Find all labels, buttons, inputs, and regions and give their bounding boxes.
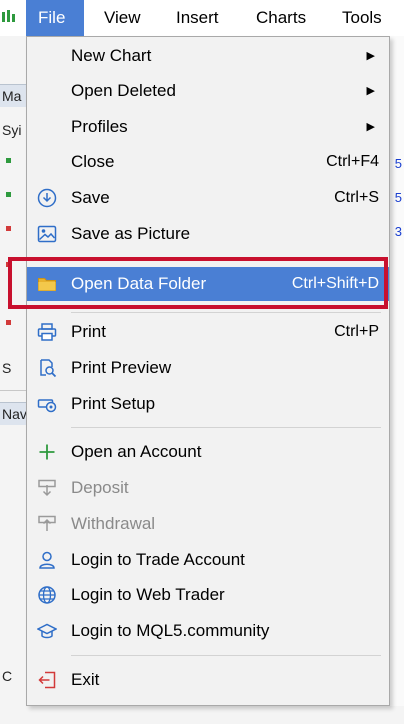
withdrawal-icon	[38, 515, 56, 531]
app-chart-icon	[2, 10, 15, 22]
menu-item-print[interactable]: Print Ctrl+P	[27, 315, 389, 349]
shortcut-label: Ctrl+Shift+D	[291, 275, 379, 292]
price-link-fragment: 5	[394, 156, 402, 171]
menu-item-label: Withdrawal	[71, 514, 156, 533]
status-strip	[0, 706, 404, 724]
menu-item-print-preview[interactable]: Print Preview	[27, 351, 389, 385]
menu-insert[interactable]: Insert	[164, 0, 231, 36]
menu-item-new-chart[interactable]: New Chart ▶	[27, 39, 389, 73]
menu-item-open-data-folder[interactable]: Open Data Folder Ctrl+Shift+D	[27, 267, 389, 301]
menu-item-exit[interactable]: Exit	[27, 663, 389, 697]
tick-mark	[6, 226, 11, 231]
picture-icon	[37, 225, 57, 243]
menu-tools[interactable]: Tools	[330, 0, 394, 36]
market-watch-fragment: Ma	[2, 88, 22, 104]
menu-item-profiles[interactable]: Profiles ▶	[27, 110, 389, 144]
menu-item-save[interactable]: Save Ctrl+S	[27, 181, 389, 215]
file-dropdown-menu: New Chart ▶ Open Deleted ▶ Profiles ▶ Cl…	[26, 36, 390, 706]
menu-item-login-to-mql5-community[interactable]: Login to MQL5.community	[27, 614, 389, 648]
graduation-cap-icon	[37, 623, 57, 639]
deposit-icon	[38, 479, 56, 497]
menu-item-label: Print Setup	[71, 394, 156, 413]
price-link-fragment: 3	[394, 224, 402, 239]
navigator-fragment: Nav	[2, 406, 27, 422]
menu-bar: File View Insert Charts Tools	[0, 0, 404, 37]
tab-fragment: S	[2, 360, 12, 376]
shortcut-label: Ctrl+S	[334, 189, 379, 206]
menu-item-login-to-trade-account[interactable]: Login to Trade Account	[27, 543, 389, 577]
menu-item-label: Save as Picture	[71, 224, 191, 243]
menu-item-label: Save	[71, 188, 110, 207]
menu-item-login-to-web-trader[interactable]: Login to Web Trader	[27, 578, 389, 612]
menu-item-label: Profiles	[71, 117, 128, 136]
menu-item-label: Login to Web Trader	[71, 585, 225, 604]
menu-item-label: Print Preview	[71, 358, 172, 377]
menu-item-label: Login to MQL5.community	[71, 621, 270, 640]
tick-mark	[6, 320, 11, 325]
menu-item-save-as-picture[interactable]: Save as Picture	[27, 217, 389, 251]
globe-icon	[38, 586, 56, 604]
menu-item-label: Open Data Folder	[71, 274, 207, 293]
menu-item-label: Close	[71, 152, 115, 171]
menu-charts[interactable]: Charts	[244, 0, 318, 36]
menu-separator	[71, 427, 381, 428]
menu-item-label: Open Deleted	[71, 81, 176, 100]
menu-view[interactable]: View	[92, 0, 153, 36]
exit-icon	[38, 671, 56, 689]
menu-item-withdrawal[interactable]: Withdrawal	[27, 507, 389, 541]
menu-item-label: Open an Account	[71, 442, 202, 461]
price-link-fragment: 5	[394, 190, 402, 205]
menu-item-open-deleted[interactable]: Open Deleted ▶	[27, 74, 389, 108]
user-icon	[39, 551, 55, 569]
shortcut-label: Ctrl+F4	[326, 153, 379, 170]
submenu-arrow-icon: ▶	[366, 50, 375, 62]
shortcut-label: Ctrl+P	[334, 323, 379, 340]
menu-item-label: Deposit	[71, 478, 129, 497]
background-window-right: 5 5 3	[390, 36, 404, 724]
printer-icon	[37, 323, 57, 341]
submenu-arrow-icon: ▶	[366, 85, 375, 97]
menu-item-close[interactable]: Close Ctrl+F4	[27, 145, 389, 179]
panel-divider	[0, 390, 26, 391]
tick-mark	[6, 262, 11, 267]
menu-item-label: New Chart	[71, 46, 152, 65]
background-window-left: Ma Syi S Nav C	[0, 36, 27, 724]
menu-item-open-an-account[interactable]: Open an Account	[27, 435, 389, 469]
menu-separator	[71, 258, 381, 259]
bottom-tab-fragment: C	[2, 668, 13, 684]
menu-item-label: Print	[71, 322, 106, 341]
menu-separator	[71, 312, 381, 313]
submenu-arrow-icon: ▶	[366, 121, 375, 133]
print-preview-icon	[40, 359, 57, 378]
tick-mark	[6, 158, 11, 163]
folder-icon	[38, 278, 56, 291]
symbol-column-fragment: Syi	[2, 122, 22, 138]
plus-icon	[39, 444, 55, 460]
menu-item-print-setup[interactable]: Print Setup	[27, 387, 389, 421]
menu-file[interactable]: File	[26, 0, 84, 36]
menu-item-label: Login to Trade Account	[71, 550, 245, 569]
menu-separator	[71, 655, 381, 656]
menu-item-label: Exit	[71, 670, 100, 689]
tick-mark	[6, 192, 11, 197]
save-icon	[37, 188, 57, 208]
menu-item-deposit[interactable]: Deposit	[27, 471, 389, 505]
print-setup-icon	[37, 399, 57, 413]
